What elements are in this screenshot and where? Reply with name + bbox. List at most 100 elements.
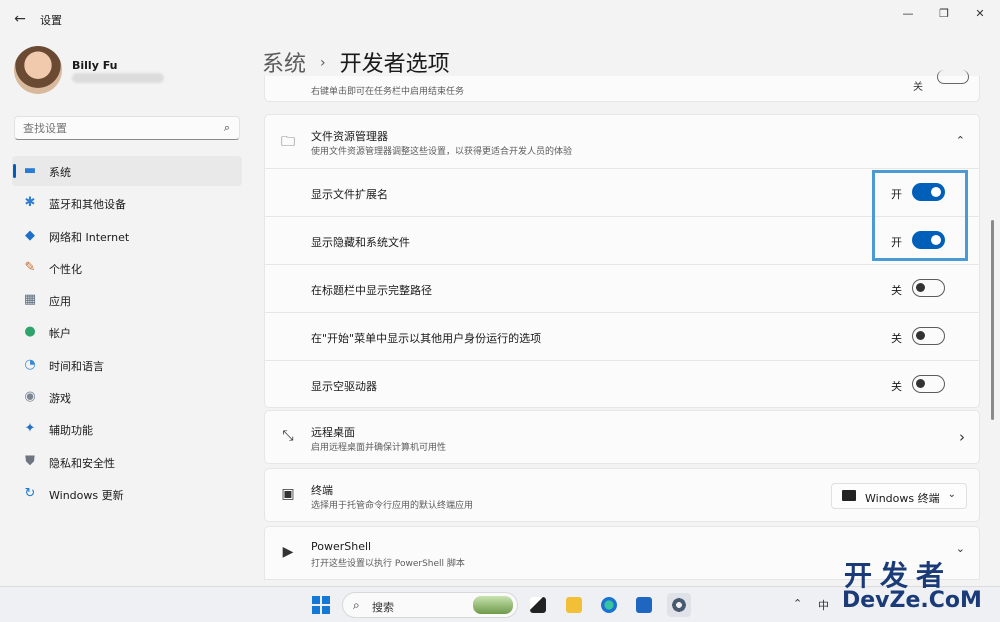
dropdown-selected-value: Windows 终端	[865, 492, 940, 505]
sidebar-item-label: 隐私和安全性	[49, 456, 115, 470]
sidebar-item-label: 游戏	[49, 392, 71, 406]
chevron-up-icon[interactable]: ⌃	[956, 134, 965, 147]
search-box[interactable]: ⌕	[14, 116, 240, 140]
back-arrow-icon[interactable]: ←	[10, 10, 30, 28]
toggle-switch[interactable]	[912, 279, 945, 297]
sidebar-item-bluetooth[interactable]: ✱ 蓝牙和其他设备	[12, 188, 242, 218]
profile-name: Billy Fu	[72, 59, 118, 72]
store-icon[interactable]	[632, 593, 656, 617]
avatar[interactable]	[14, 46, 62, 94]
sidebar-item-windows-update[interactable]: ↻ Windows 更新	[12, 479, 242, 509]
taskbar-search[interactable]: ⌕ 搜索	[342, 592, 518, 618]
toggle-state-label: 关	[891, 380, 902, 393]
toggle-state-label: 关	[891, 284, 902, 297]
setting-row-full-path-title: 在标题栏中显示完整路径 关	[265, 265, 979, 313]
section-title: 文件资源管理器	[311, 130, 388, 143]
terminal-app-icon	[842, 490, 856, 501]
section-description: 启用远程桌面并确保计算机可用性	[311, 443, 447, 453]
sidebar-item-label: 个性化	[49, 262, 82, 276]
watermark-en-text: DevZe.CoM	[842, 588, 982, 613]
default-terminal-dropdown[interactable]: Windows 终端 ⌄	[831, 483, 967, 509]
sidebar-item-network[interactable]: ◆ 网络和 Internet	[12, 221, 242, 251]
ime-indicator[interactable]: 中	[818, 597, 829, 613]
page-title: 开发者选项	[339, 52, 450, 77]
chevron-right-icon: ›	[320, 55, 326, 71]
file-explorer-section: 🗀 文件资源管理器 使用文件资源管理器调整这些设置，以获得更适合开发人员的体验 …	[264, 114, 980, 408]
scrollbar-thumb[interactable]	[991, 220, 994, 420]
sidebar-item-label: 时间和语言	[49, 359, 104, 373]
restore-icon[interactable]: ❐	[929, 5, 959, 23]
sidebar-item-time-language[interactable]: ◔ 时间和语言	[12, 350, 242, 380]
minimize-icon[interactable]: —	[893, 5, 923, 23]
update-icon: ↻	[24, 485, 36, 501]
setting-label: 在标题栏中显示完整路径	[311, 284, 432, 297]
start-button-icon[interactable]	[312, 596, 330, 614]
terminal-icon: ▣	[281, 486, 295, 502]
tray-overflow-icon[interactable]: ⌃	[793, 597, 802, 610]
setting-row-run-as-other-user: 在"开始"菜单中显示以其他用户身份运行的选项 关	[265, 313, 979, 361]
setting-label: 显示文件扩展名	[311, 188, 388, 201]
file-explorer-header[interactable]: 🗀 文件资源管理器 使用文件资源管理器调整这些设置，以获得更适合开发人员的体验 …	[265, 115, 979, 169]
task-view-icon[interactable]	[526, 593, 550, 617]
remote-desktop-icon: ⤡	[282, 428, 294, 444]
search-highlight-image	[473, 596, 513, 614]
sidebar-item-accessibility[interactable]: ✦ 辅助功能	[12, 414, 242, 444]
end-task-setting-partial: 右键单击即可在任务栏中启用结束任务 关	[264, 70, 980, 102]
toggle-switch[interactable]	[937, 70, 969, 84]
toggle-switch[interactable]	[912, 375, 945, 393]
gamepad-icon: ◉	[24, 389, 36, 405]
search-icon[interactable]: ⌕	[224, 121, 230, 135]
shield-icon: ⛊	[25, 453, 35, 469]
sidebar-item-gaming[interactable]: ◉ 游戏	[12, 382, 242, 412]
sidebar-item-label: 帐户	[49, 327, 71, 341]
setting-label: 在"开始"菜单中显示以其他用户身份运行的选项	[311, 332, 542, 345]
site-watermark: 开发者 DevZe.CoM	[840, 554, 996, 620]
file-explorer-taskbar-icon[interactable]	[562, 593, 586, 617]
profile-email-blurred	[72, 73, 164, 83]
sidebar-item-label: 网络和 Internet	[49, 230, 130, 244]
section-title: 远程桌面	[311, 426, 355, 439]
chevron-down-icon: ⌄	[947, 489, 956, 500]
breadcrumb: 系统 › 开发者选项	[262, 46, 450, 78]
folder-icon: 🗀	[281, 134, 295, 150]
accessibility-icon: ✦	[24, 421, 36, 437]
sidebar-item-label: 辅助功能	[49, 424, 93, 438]
setting-label: 显示隐藏和系统文件	[311, 236, 410, 249]
highlight-annotation-box	[872, 170, 968, 261]
brush-icon: ✎	[24, 259, 36, 275]
sidebar-item-personalization[interactable]: ✎ 个性化	[12, 253, 242, 283]
remote-desktop-section[interactable]: ⤡ 远程桌面 启用远程桌面并确保计算机可用性 ›	[264, 410, 980, 464]
wifi-icon: ◆	[25, 227, 35, 243]
sidebar-item-label: 应用	[49, 295, 71, 309]
account-icon: ●	[24, 324, 36, 340]
title-bar: ← 设置 — ❐ ✕	[0, 0, 1000, 38]
chevron-right-icon[interactable]: ›	[959, 428, 965, 446]
bluetooth-icon: ✱	[24, 195, 36, 211]
toggle-switch[interactable]	[912, 327, 945, 345]
app-title: 设置	[40, 14, 62, 27]
setting-label: 显示空驱动器	[311, 380, 377, 393]
sidebar-item-accounts[interactable]: ● 帐户	[12, 317, 242, 347]
settings-taskbar-icon[interactable]	[667, 593, 691, 617]
section-description: 选择用于托管命令行应用的默认终端应用	[311, 501, 474, 511]
section-title: 终端	[311, 484, 333, 497]
sidebar-item-apps[interactable]: ▦ 应用	[12, 285, 242, 315]
search-input[interactable]	[15, 117, 205, 139]
section-description: 打开这些设置以执行 PowerShell 脚本	[311, 559, 465, 569]
close-icon[interactable]: ✕	[965, 5, 995, 23]
sidebar-item-label: 系统	[49, 166, 71, 179]
edge-browser-icon[interactable]	[597, 593, 621, 617]
toggle-state-label: 关	[891, 332, 902, 345]
setting-row-show-empty-drives: 显示空驱动器 关	[265, 361, 979, 409]
breadcrumb-parent[interactable]: 系统	[262, 52, 306, 77]
toggle-state-label: 关	[913, 82, 923, 93]
taskbar-search-label: 搜索	[372, 601, 394, 614]
setting-description: 右键单击即可在任务栏中启用结束任务	[311, 87, 465, 97]
powershell-icon: ▶	[282, 544, 294, 560]
sidebar-item-label: 蓝牙和其他设备	[49, 198, 126, 212]
sidebar-nav: ▬ 系统 ✱ 蓝牙和其他设备 ◆ 网络和 Internet ✎ 个性化 ▦ 应用…	[12, 156, 242, 511]
sidebar-item-label: Windows 更新	[49, 488, 124, 502]
sidebar-item-system[interactable]: ▬ 系统	[12, 156, 242, 186]
system-icon: ▬	[23, 163, 37, 178]
sidebar-item-privacy[interactable]: ⛊ 隐私和安全性	[12, 447, 242, 477]
